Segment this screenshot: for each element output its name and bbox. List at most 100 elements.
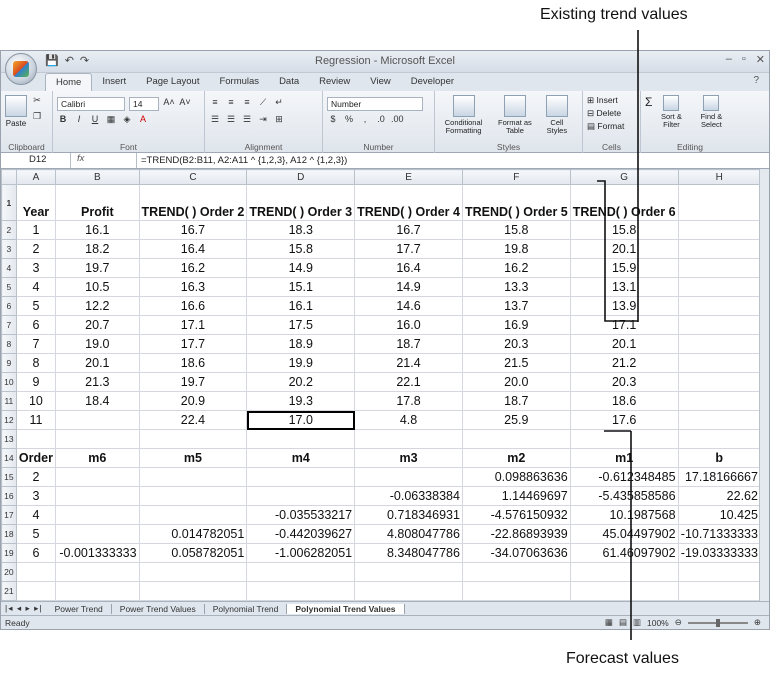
paste-button[interactable]: Paste <box>5 95 27 128</box>
column-header-e[interactable]: E <box>354 169 463 185</box>
cell-d1[interactable]: TREND( ) Order 3 <box>246 184 356 221</box>
cell-b20[interactable] <box>55 562 140 582</box>
cell-h3[interactable] <box>677 239 761 259</box>
sheet-tab-power-trend-values[interactable]: Power Trend Values <box>112 603 205 614</box>
cell-c14[interactable]: m5 <box>138 448 248 468</box>
italic-button[interactable]: I <box>73 114 85 127</box>
merge-icon[interactable]: ⊞ <box>273 114 285 127</box>
cell-f16[interactable]: 1.14469697 <box>461 486 571 506</box>
cell-d5[interactable]: 15.1 <box>246 277 356 297</box>
row-header[interactable]: 2 <box>1 220 17 240</box>
sheet-tab-polynomial-trend[interactable]: Polynomial Trend <box>205 603 288 614</box>
column-header-b[interactable]: B <box>55 169 140 185</box>
row-header[interactable]: 5 <box>1 277 17 297</box>
row-header[interactable]: 18 <box>1 524 17 544</box>
tab-developer[interactable]: Developer <box>401 73 464 91</box>
cell-h5[interactable] <box>677 277 761 297</box>
cell-b19[interactable]: -0.001333333 <box>55 543 140 563</box>
row-header[interactable]: 14 <box>1 448 17 468</box>
vertical-scrollbar[interactable] <box>759 169 769 601</box>
cell-e14[interactable]: m3 <box>354 448 463 468</box>
cell-a16[interactable]: 3 <box>15 486 57 506</box>
cell-e9[interactable]: 21.4 <box>354 353 463 373</box>
row-header[interactable]: 7 <box>1 315 17 335</box>
name-box[interactable]: D12 <box>1 153 71 168</box>
cell-h14[interactable]: b <box>677 448 761 468</box>
currency-button[interactable]: $ <box>327 114 339 127</box>
tab-view[interactable]: View <box>360 73 400 91</box>
cell-g10[interactable]: 20.3 <box>569 372 679 392</box>
wrap-text-icon[interactable]: ↵ <box>273 97 285 110</box>
cell-g15[interactable]: -0.612348485 <box>569 467 679 487</box>
cell-a20[interactable] <box>15 562 57 582</box>
row-header[interactable]: 15 <box>1 467 17 487</box>
cell-a21[interactable] <box>15 581 57 601</box>
cell-c2[interactable]: 16.7 <box>138 220 248 240</box>
cell-h1[interactable] <box>677 184 761 221</box>
row-header[interactable]: 9 <box>1 353 17 373</box>
cell-d11[interactable]: 19.3 <box>246 391 356 411</box>
cell-h10[interactable] <box>677 372 761 392</box>
cell-f7[interactable]: 16.9 <box>461 315 571 335</box>
cell-d10[interactable]: 20.2 <box>246 372 356 392</box>
formula-input[interactable]: =TREND(B2:B11, A2:A11 ^ {1,2,3}, A12 ^ {… <box>137 155 347 166</box>
cell-f6[interactable]: 13.7 <box>461 296 571 316</box>
cell-a12[interactable]: 11 <box>15 410 57 430</box>
cell-d19[interactable]: -1.006282051 <box>246 543 356 563</box>
decrease-decimal-icon[interactable]: .00 <box>391 114 404 127</box>
cell-h15[interactable]: 17.18166667 <box>677 467 761 487</box>
cell-a3[interactable]: 2 <box>15 239 57 259</box>
cell-h21[interactable] <box>677 581 761 601</box>
close-icon[interactable]: ✕ <box>756 53 765 66</box>
cell-d3[interactable]: 15.8 <box>246 239 356 259</box>
select-all-corner[interactable] <box>1 169 17 185</box>
percent-button[interactable]: % <box>343 114 355 127</box>
tab-page-layout[interactable]: Page Layout <box>136 73 209 91</box>
cell-h8[interactable] <box>677 334 761 354</box>
cell-h13[interactable] <box>677 429 761 449</box>
tab-insert[interactable]: Insert <box>92 73 136 91</box>
maximize-icon[interactable]: ▫ <box>742 53 746 66</box>
cell-e13[interactable] <box>354 429 463 449</box>
cell-g17[interactable]: 10.1987568 <box>569 505 679 525</box>
cell-f1[interactable]: TREND( ) Order 5 <box>461 184 571 221</box>
cell-g16[interactable]: -5.435858586 <box>569 486 679 506</box>
cell-f4[interactable]: 16.2 <box>461 258 571 278</box>
cell-g13[interactable] <box>569 429 679 449</box>
cell-a10[interactable]: 9 <box>15 372 57 392</box>
cell-e4[interactable]: 16.4 <box>354 258 463 278</box>
align-middle-icon[interactable]: ≡ <box>225 97 237 110</box>
format-cells-button[interactable]: ▤ Format <box>587 121 636 134</box>
cell-c21[interactable] <box>138 581 248 601</box>
cell-d13[interactable] <box>246 429 356 449</box>
font-size-select[interactable]: 14 <box>129 96 159 111</box>
page-layout-view-icon[interactable]: ▤ <box>619 617 627 628</box>
cell-d9[interactable]: 19.9 <box>246 353 356 373</box>
align-right-icon[interactable]: ☰ <box>241 114 253 127</box>
cell-d2[interactable]: 18.3 <box>246 220 356 240</box>
column-header-h[interactable]: H <box>677 169 761 185</box>
cell-b5[interactable]: 10.5 <box>55 277 140 297</box>
cell-b15[interactable] <box>55 467 140 487</box>
row-header[interactable]: 6 <box>1 296 17 316</box>
sheet-nav-arrows-icon[interactable]: |◂ ◂ ▸ ▸| <box>1 603 47 614</box>
cell-f15[interactable]: 0.098863636 <box>461 467 571 487</box>
cell-f10[interactable]: 20.0 <box>461 372 571 392</box>
cell-f8[interactable]: 20.3 <box>461 334 571 354</box>
cell-g12[interactable]: 17.6 <box>569 410 679 430</box>
cell-a19[interactable]: 6 <box>15 543 57 563</box>
row-header[interactable]: 12 <box>1 410 17 430</box>
cell-g5[interactable]: 13.1 <box>569 277 679 297</box>
cell-c11[interactable]: 20.9 <box>138 391 248 411</box>
cell-g2[interactable]: 15.8 <box>569 220 679 240</box>
column-header-f[interactable]: F <box>461 169 571 185</box>
cell-c10[interactable]: 19.7 <box>138 372 248 392</box>
cell-b4[interactable]: 19.7 <box>55 258 140 278</box>
cell-e1[interactable]: TREND( ) Order 4 <box>354 184 463 221</box>
zoom-level[interactable]: 100% <box>647 618 669 628</box>
cell-e21[interactable] <box>354 581 463 601</box>
tab-data[interactable]: Data <box>269 73 309 91</box>
cell-a17[interactable]: 4 <box>15 505 57 525</box>
cell-c6[interactable]: 16.6 <box>138 296 248 316</box>
column-header-a[interactable]: A <box>15 169 57 185</box>
